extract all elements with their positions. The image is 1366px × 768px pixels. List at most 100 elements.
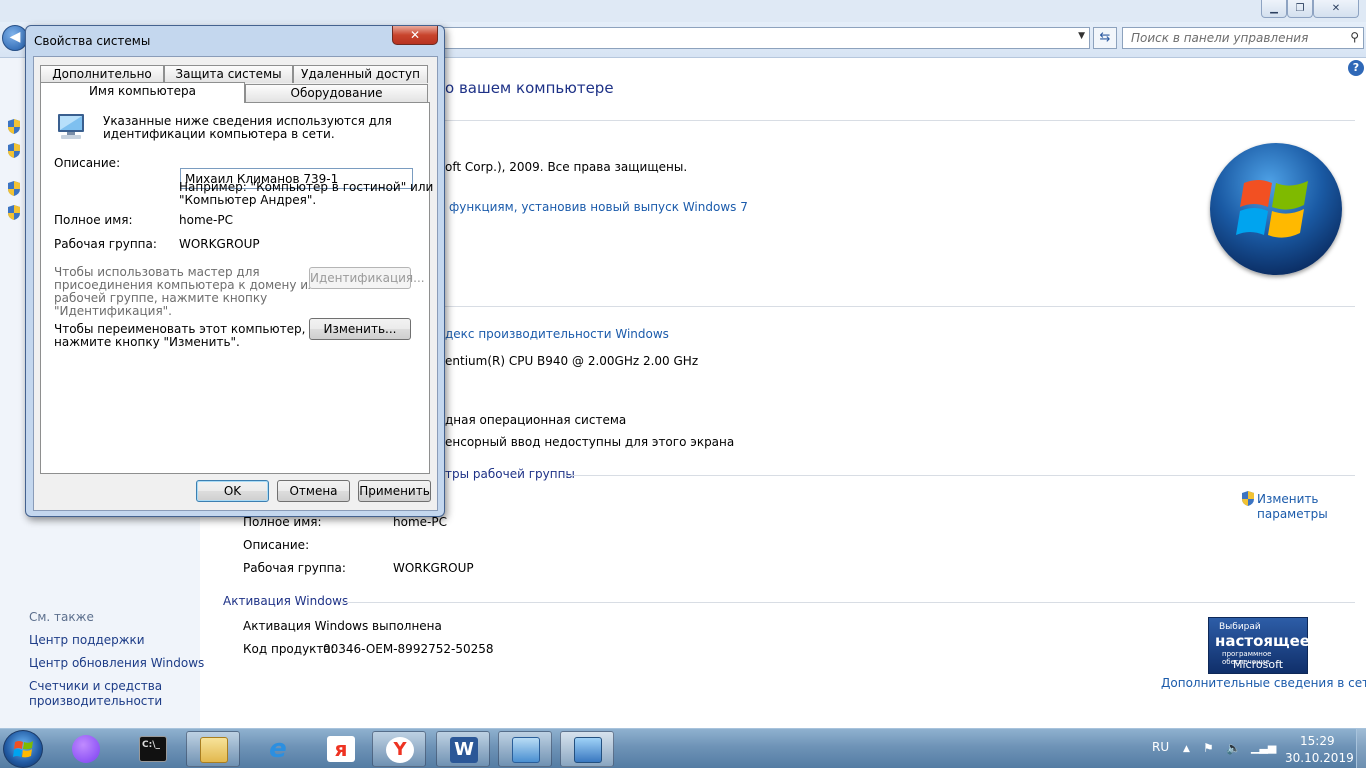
taskbar-control-panel[interactable]	[498, 731, 552, 767]
action-center-flag-icon[interactable]: ⚑	[1203, 741, 1214, 755]
search-icon[interactable]: ⚲	[1350, 30, 1359, 44]
taskbar-command-prompt[interactable]: C:\_	[126, 731, 180, 767]
control-panel-titlebar: ▁ ❐ ✕	[0, 0, 1366, 22]
ok-button[interactable]: OK	[196, 480, 269, 502]
system-type-value: дная операционная система	[445, 413, 627, 427]
start-button[interactable]	[3, 730, 43, 768]
word-icon: W	[450, 737, 478, 763]
clock-time[interactable]: 15:29	[1300, 734, 1335, 748]
maximize-button[interactable]: ❐	[1287, 0, 1313, 18]
refresh-icon[interactable]: ⇆	[1093, 27, 1117, 49]
full-name-value: home-PC	[179, 213, 233, 227]
volume-icon[interactable]: 🔈	[1226, 741, 1241, 755]
section-divider	[445, 120, 1355, 121]
uac-shield-icon	[8, 119, 20, 134]
intro-text-line2: идентификации компьютера в сети.	[103, 127, 335, 141]
change-button[interactable]: Изменить...	[309, 318, 411, 340]
identify-button[interactable]: Идентификация...	[309, 267, 425, 289]
tab-hardware[interactable]: Оборудование	[245, 84, 428, 102]
description-label: Описание:	[243, 538, 310, 552]
workgroup-label: Рабочая группа:	[54, 237, 157, 251]
uac-shield-icon	[8, 181, 20, 196]
full-name-label: Полное имя:	[54, 213, 133, 227]
uac-shield-icon	[8, 143, 20, 158]
close-window-button[interactable]: ✕	[1313, 0, 1359, 18]
genuine-badge-line4: Microsoft	[1233, 658, 1284, 671]
wizard-text-line4: "Идентификация".	[54, 304, 172, 318]
apply-button[interactable]: Применить	[358, 480, 431, 502]
full-name-value: home-PC	[393, 515, 447, 529]
product-key-label: Код продукта:	[243, 642, 335, 656]
dialog-close-button[interactable]: ✕	[392, 26, 438, 45]
section-divider	[445, 306, 1355, 307]
sidebar-link-performance-line2[interactable]: производительности	[29, 694, 162, 709]
chevron-down-icon[interactable]: ▼	[1078, 31, 1085, 41]
tab-advanced[interactable]: Дополнительно	[40, 65, 164, 83]
taskbar-explorer[interactable]	[186, 731, 240, 767]
control-panel-icon	[512, 737, 540, 763]
internet-explorer-icon: e	[269, 734, 287, 764]
taskbar-word[interactable]: W	[436, 731, 490, 767]
taskbar-system-properties[interactable]	[560, 731, 614, 767]
see-also-heading: См. также	[29, 610, 94, 624]
uac-shield-icon	[1242, 491, 1254, 506]
console-icon: C:\_	[139, 736, 167, 762]
sidebar-link-performance[interactable]: Счетчики и средства	[29, 679, 162, 694]
workgroup-value: WORKGROUP	[179, 237, 260, 251]
system-properties-dialog: Свойства системы ✕ Дополнительно Защита …	[25, 25, 445, 517]
minimize-button[interactable]: ▁	[1261, 0, 1287, 18]
activation-status: Активация Windows выполнена	[243, 619, 442, 633]
tray-expand-icon[interactable]: ▲	[1183, 744, 1190, 754]
yandex-icon: я	[327, 736, 355, 762]
section-divider	[340, 602, 1355, 603]
search-input[interactable]: Поиск в панели управления ⚲	[1122, 27, 1364, 49]
copyright-text: oft Corp.), 2009. Все права защищены.	[445, 160, 688, 174]
network-icon[interactable]: ▁▃▅	[1251, 741, 1276, 754]
more-info-online-link[interactable]: Дополнительные сведения в сети...	[1161, 676, 1366, 690]
activation-section-heading: Активация Windows	[223, 594, 349, 608]
folder-icon	[200, 737, 228, 763]
genuine-badge-line2: настоящее	[1215, 632, 1310, 650]
description-label: Описание:	[54, 156, 121, 170]
tab-system-protection[interactable]: Защита системы	[164, 65, 293, 83]
upgrade-link[interactable]: функциям, установив новый выпуск Windows…	[449, 200, 748, 214]
computer-name-section-heading: тры рабочей группы	[445, 467, 575, 481]
dialog-title: Свойства системы	[34, 34, 151, 48]
rename-text-line2: нажмите кнопку "Изменить".	[54, 335, 240, 349]
workgroup-value: WORKGROUP	[393, 561, 474, 575]
show-desktop-button[interactable]	[1356, 729, 1366, 768]
taskbar-yandex-browser[interactable]: Y	[372, 731, 426, 767]
genuine-badge-line1: Выбирай	[1219, 622, 1261, 632]
processor-value: entium(R) CPU B940 @ 2.00GHz 2.00 GHz	[445, 354, 699, 368]
product-key-value: 00346-OEM-8992752-50258	[323, 642, 494, 656]
search-placeholder: Поиск в панели управления	[1131, 31, 1309, 45]
section-divider	[565, 475, 1355, 476]
computer-icon	[574, 737, 602, 763]
sidebar-link-action-center[interactable]: Центр поддержки	[29, 633, 145, 648]
uac-shield-icon	[8, 205, 20, 220]
change-settings-link[interactable]: Изменить	[1257, 492, 1319, 506]
taskbar-alice-app[interactable]	[59, 731, 113, 767]
tab-remote[interactable]: Удаленный доступ	[293, 65, 428, 83]
address-bar[interactable]: ▼	[440, 27, 1090, 49]
taskbar-internet-explorer[interactable]: e	[251, 731, 305, 767]
yandex-browser-icon: Y	[386, 737, 414, 763]
computer-icon	[58, 114, 84, 139]
cancel-button[interactable]: Отмена	[277, 480, 350, 502]
tab-computer-name[interactable]: Имя компьютера	[40, 82, 245, 103]
change-settings-link-line2[interactable]: параметры	[1257, 507, 1328, 521]
windows-flag-icon	[13, 741, 33, 758]
language-indicator[interactable]: RU	[1152, 740, 1169, 754]
windows-logo	[1210, 143, 1342, 275]
example-text-line2: "Компьютер Андрея".	[179, 193, 317, 207]
clock-date[interactable]: 30.10.2019	[1285, 751, 1354, 765]
workgroup-label: Рабочая группа:	[243, 561, 346, 575]
taskbar-yandex[interactable]: я	[314, 731, 368, 767]
performance-index-link[interactable]: декс производительности Windows	[445, 327, 669, 341]
pen-touch-value: енсорный ввод недоступны для этого экран…	[445, 435, 735, 449]
help-icon[interactable]: ?	[1348, 60, 1364, 76]
genuine-microsoft-badge[interactable]: Выбирай настоящее программное обеспечени…	[1208, 617, 1310, 674]
full-name-label: Полное имя:	[243, 515, 322, 529]
sidebar-link-windows-update[interactable]: Центр обновления Windows	[29, 656, 204, 671]
alice-icon	[72, 735, 100, 763]
